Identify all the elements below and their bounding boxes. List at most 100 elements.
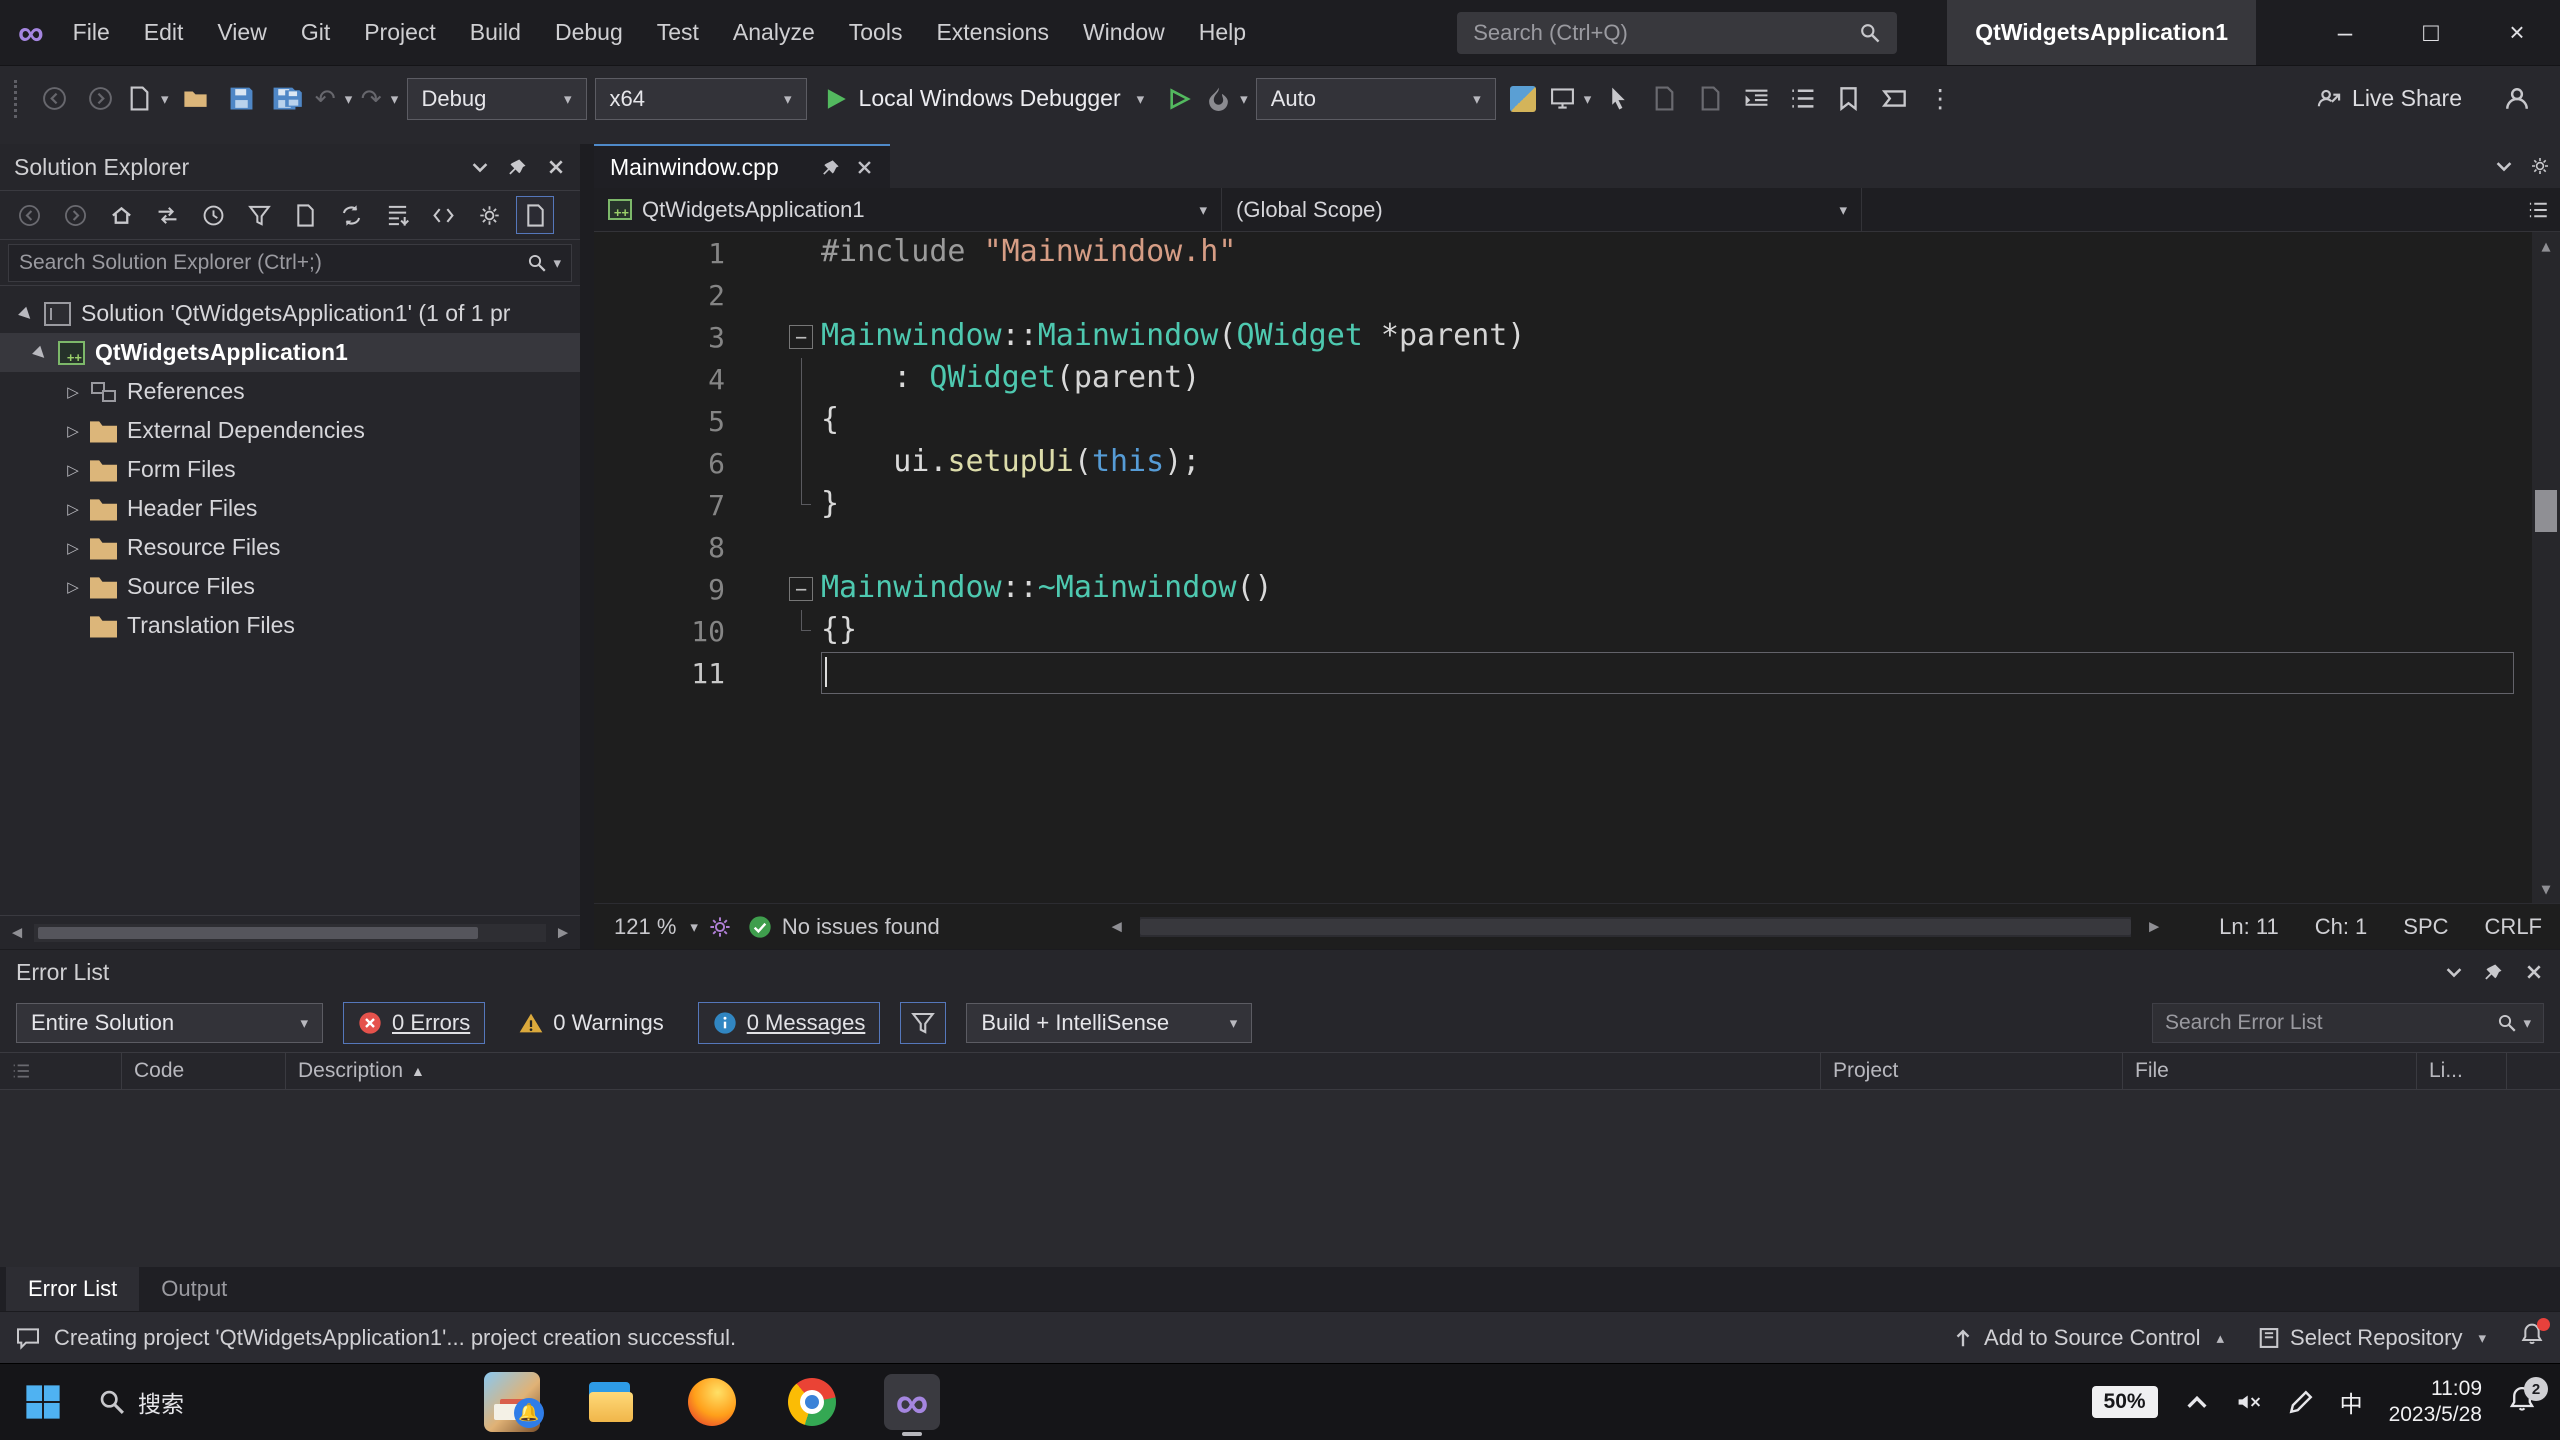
live-share-button[interactable]: Live Share: [2316, 85, 2462, 112]
line-list-button[interactable]: [1783, 77, 1821, 121]
navigate-forward-icon[interactable]: [81, 77, 119, 121]
volume-muted-icon[interactable]: [2236, 1389, 2262, 1415]
solution-platform-dropdown[interactable]: x64 ▾: [594, 77, 807, 120]
view-code-icon[interactable]: [424, 196, 462, 234]
start-debugging-button[interactable]: Local Windows Debugger ▾: [815, 77, 1153, 121]
switch-views-icon[interactable]: [148, 196, 186, 234]
code-editor[interactable]: 1 #include "Mainwindow.h" 2 3− Mainwindow::M…: [594, 232, 2560, 903]
menu-item-tools[interactable]: Tools: [832, 0, 920, 65]
panel-options-chevron-icon[interactable]: [470, 157, 490, 177]
sync-with-active-document-icon[interactable]: [286, 196, 324, 234]
battery-percentage[interactable]: 50%: [2091, 1386, 2158, 1418]
refresh-icon[interactable]: [332, 196, 370, 234]
menu-item-git[interactable]: Git: [284, 0, 347, 65]
code-text[interactable]: Mainwindow::~Mainwindow(): [821, 568, 2560, 610]
code-text[interactable]: [821, 652, 2514, 694]
code-line-6[interactable]: 6 ui.setupUi(this);: [594, 442, 2560, 484]
column-code[interactable]: Code: [122, 1053, 286, 1089]
tree-item-header-files[interactable]: ▷ Header Files: [0, 489, 580, 528]
toolbar-grip[interactable]: [14, 79, 19, 118]
menu-item-edit[interactable]: Edit: [127, 0, 201, 65]
nav-back-icon[interactable]: [10, 196, 48, 234]
taskbar-app-firefox[interactable]: [684, 1374, 740, 1430]
collapsed-arrow-icon[interactable]: ▷: [58, 500, 88, 518]
column-severity[interactable]: [0, 1053, 122, 1089]
tree-item-qtwidgetsapplication1[interactable]: ▶ QtWidgetsApplication1: [0, 333, 580, 372]
pin-tab-icon[interactable]: [822, 158, 841, 177]
code-text[interactable]: [821, 274, 2560, 316]
taskbar-app-chrome[interactable]: [784, 1374, 840, 1430]
hscroll-thumb[interactable]: [1139, 918, 2132, 935]
vertical-scroll-thumb[interactable]: [2535, 490, 2557, 532]
redo-button[interactable]: ↷ ▾: [361, 77, 399, 121]
code-text[interactable]: #include "Mainwindow.h": [821, 232, 2560, 274]
tree-item-external-dependencies[interactable]: ▷ External Dependencies: [0, 411, 580, 450]
collapsed-arrow-icon[interactable]: ▷: [58, 539, 88, 557]
bottom-tab-output[interactable]: Output: [139, 1267, 249, 1311]
spaces-indicator[interactable]: SPC: [2403, 914, 2448, 940]
tab-options-gear-icon[interactable]: [2530, 156, 2550, 176]
taskbar-app-widgets-promo[interactable]: 🔔: [484, 1372, 544, 1432]
collapse-all-icon[interactable]: [378, 196, 416, 234]
code-line-8[interactable]: 8: [594, 526, 2560, 568]
hscroll-left-icon[interactable]: ◄: [1100, 917, 1134, 937]
code-line-10[interactable]: 10 {}: [594, 610, 2560, 652]
undo-button[interactable]: ↶ ▾: [315, 77, 353, 121]
column-indicator[interactable]: Ch: 1: [2315, 914, 2368, 940]
tree-item-solution-qtwidgetsapplication1-1-of-1-pr[interactable]: ▶ Solution 'QtWidgetsApplication1' (1 of …: [0, 294, 580, 333]
line-indicator[interactable]: Ln: 11: [2219, 914, 2279, 940]
global-search-box[interactable]: Search (Ctrl+Q): [1457, 11, 1898, 54]
preview-selected-items-toggle[interactable]: [516, 196, 554, 234]
select-repository-button[interactable]: Select Repository ▾: [2258, 1325, 2486, 1351]
error-source-dropdown[interactable]: Build + IntelliSense ▾: [966, 1003, 1253, 1043]
document-tab-mainwindow-cpp[interactable]: Mainwindow.cpp: [594, 144, 890, 188]
menu-item-debug[interactable]: Debug: [538, 0, 640, 65]
add-to-source-control-button[interactable]: Add to Source Control ▴: [1952, 1325, 2224, 1351]
home-icon[interactable]: [102, 196, 140, 234]
nav-forward-icon[interactable]: [56, 196, 94, 234]
vertical-scroll-track[interactable]: [2532, 260, 2560, 875]
open-documents-chevron-icon[interactable]: [2494, 156, 2514, 176]
maximize-button[interactable]: □: [2388, 0, 2474, 65]
column-li[interactable]: Li...: [2417, 1053, 2507, 1089]
open-files-filter-icon[interactable]: [240, 196, 278, 234]
code-text[interactable]: Mainwindow::Mainwindow(QWidget *parent): [821, 316, 2560, 358]
code-text[interactable]: [821, 526, 2560, 568]
save-button[interactable]: [223, 77, 261, 121]
pen-icon[interactable]: [2288, 1389, 2314, 1415]
scroll-up-icon[interactable]: ▲: [2541, 232, 2550, 260]
target-screen-button[interactable]: ▾: [1550, 77, 1591, 121]
column-project[interactable]: Project: [1821, 1053, 2123, 1089]
project-scope-dropdown[interactable]: QtWidgetsApplication1 ▾: [594, 188, 1222, 231]
taskbar-search[interactable]: 搜索: [98, 1385, 184, 1419]
minimize-button[interactable]: –: [2302, 0, 2388, 65]
attach-dropdown[interactable]: Auto ▾: [1255, 77, 1496, 120]
clock[interactable]: 11:09 2023/5/28: [2389, 1376, 2482, 1428]
expanded-arrow-icon[interactable]: ▶: [24, 336, 58, 370]
tree-item-translation-files[interactable]: Translation Files: [0, 606, 580, 645]
scroll-down-icon[interactable]: ▼: [2541, 875, 2550, 903]
code-line-5[interactable]: 5{: [594, 400, 2560, 442]
feedback-bubble-icon[interactable]: [16, 1326, 40, 1350]
column-description[interactable]: Description ▲: [286, 1053, 1821, 1089]
bottom-tab-error-list[interactable]: Error List: [6, 1267, 140, 1311]
code-text[interactable]: ui.setupUi(this);: [821, 442, 2560, 484]
member-list-icon[interactable]: [2528, 200, 2548, 220]
collapsed-arrow-icon[interactable]: ▷: [58, 578, 88, 596]
pin-icon[interactable]: [2484, 962, 2504, 982]
editor-vertical-scrollbar[interactable]: ▲ ▼: [2532, 232, 2560, 903]
code-line-2[interactable]: 2: [594, 274, 2560, 316]
menu-item-file[interactable]: File: [56, 0, 127, 65]
editor-horizontal-scrollbar[interactable]: [1139, 916, 2132, 937]
menu-item-build[interactable]: Build: [453, 0, 538, 65]
taskbar-app-file-explorer[interactable]: [584, 1374, 640, 1430]
code-line-3[interactable]: 3 − Mainwindow::Mainwindow(QWidget *parent…: [594, 316, 2560, 358]
panel-options-chevron-icon[interactable]: [2444, 962, 2464, 982]
ime-indicator[interactable]: 中: [2340, 1385, 2363, 1419]
warnings-toggle[interactable]: 0 Warnings: [505, 1002, 677, 1044]
eol-indicator[interactable]: CRLF: [2485, 914, 2542, 940]
feedback-button[interactable]: [2498, 77, 2536, 121]
fold-toggle-icon[interactable]: −: [789, 577, 813, 601]
notification-center-button[interactable]: 2: [2508, 1377, 2548, 1419]
type-scope-dropdown[interactable]: (Global Scope) ▾: [1222, 188, 1862, 231]
